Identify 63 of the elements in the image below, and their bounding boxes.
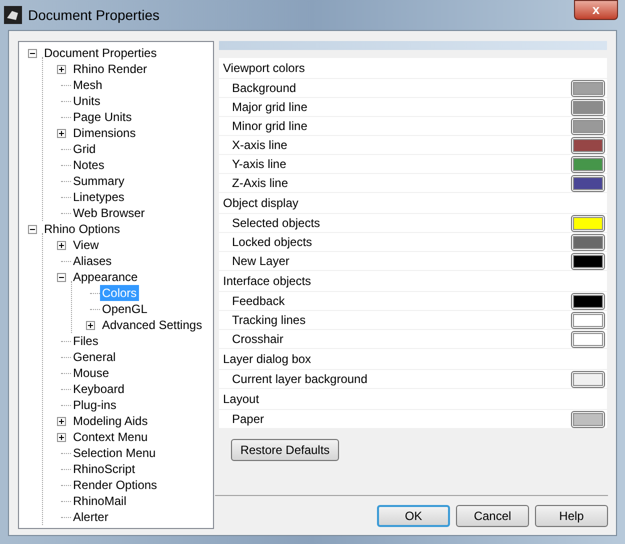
section-title: Object display [223, 195, 298, 212]
app-icon [4, 6, 22, 24]
color-label: Background [232, 80, 296, 97]
color-label: Minor grid line [232, 118, 308, 135]
tree-item[interactable]: Selection Menu [71, 445, 158, 461]
section-title: Layout [223, 391, 260, 408]
expand-icon[interactable] [57, 432, 66, 442]
color-label: Y-axis line [232, 156, 286, 173]
tree-item[interactable]: RhinoScript [71, 461, 138, 477]
color-label: New Layer [232, 253, 290, 270]
tree-item[interactable]: RhinoMail [71, 493, 128, 509]
tree-item[interactable]: Aliases [71, 253, 114, 269]
tree-item[interactable]: Page Units [71, 109, 134, 125]
expand-icon[interactable] [57, 240, 66, 250]
tree-item[interactable]: Units [71, 93, 102, 109]
tree-item[interactable]: Dimensions [71, 125, 138, 141]
color-label: Paper [232, 411, 264, 428]
tree-item[interactable]: Mouse [71, 365, 112, 381]
expand-icon[interactable] [57, 64, 66, 74]
tree-item[interactable]: Plug-ins [71, 397, 118, 413]
tree-item[interactable]: Render Options [71, 477, 160, 493]
tree-item[interactable]: Files [71, 333, 100, 349]
tree-item[interactable]: Alerter [71, 509, 110, 525]
window-title: Document Properties [28, 6, 160, 25]
tree-item[interactable]: Context Menu [71, 429, 150, 445]
restore-defaults-button[interactable]: Restore Defaults [231, 439, 339, 461]
tree-item[interactable]: Advanced Settings [100, 317, 204, 333]
tree-item[interactable]: Rhino Options [42, 221, 122, 237]
expand-icon[interactable] [57, 416, 66, 426]
tree-item[interactable]: Notes [71, 157, 106, 173]
expand-icon[interactable] [86, 320, 95, 330]
section-title: Viewport colors [223, 60, 305, 77]
tree-item[interactable]: Grid [71, 141, 98, 157]
color-label: Selected objects [232, 215, 320, 232]
collapse-icon[interactable] [28, 224, 37, 234]
tree-item[interactable]: Mesh [71, 77, 104, 93]
tree-item[interactable]: Summary [71, 173, 126, 189]
tree-item[interactable]: Document Properties [42, 45, 159, 61]
color-label: Tracking lines [232, 312, 306, 329]
color-label: X-axis line [232, 137, 288, 154]
tree-item[interactable]: Web Browser [71, 205, 147, 221]
dialog-button[interactable]: Help [535, 505, 608, 527]
tree-item[interactable]: General [71, 349, 118, 365]
tree-item[interactable]: Appearance [71, 269, 140, 285]
color-label: Locked objects [232, 234, 312, 251]
tree-item[interactable]: Linetypes [71, 189, 126, 205]
tree-item[interactable]: View [71, 237, 101, 253]
tree-item[interactable]: OpenGL [100, 301, 150, 317]
expand-icon[interactable] [57, 128, 66, 138]
dialog-button[interactable]: Cancel [456, 505, 529, 527]
section-title: Interface objects [223, 273, 312, 290]
color-label: Z-Axis line [232, 175, 288, 192]
color-label: Feedback [232, 293, 285, 310]
color-label: Current layer background [232, 371, 368, 388]
section-title: Layer dialog box [223, 351, 312, 368]
tree-item[interactable]: Modeling Aids [71, 413, 150, 429]
tree-item[interactable]: Rhino Render [71, 61, 150, 77]
collapse-icon[interactable] [28, 48, 37, 58]
color-label: Major grid line [232, 99, 308, 116]
collapse-icon[interactable] [57, 272, 66, 282]
tree-item[interactable]: Keyboard [71, 381, 126, 397]
color-label: Crosshair [232, 331, 284, 348]
dialog-button[interactable]: OK [377, 505, 450, 527]
